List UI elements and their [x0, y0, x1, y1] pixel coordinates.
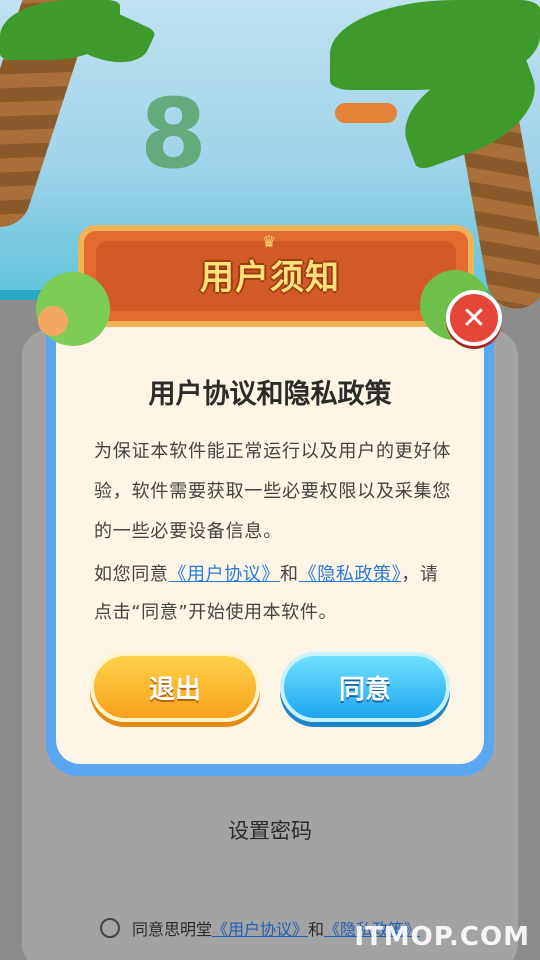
flower-icon	[38, 306, 68, 336]
paragraph-2-prefix: 如您同意	[94, 564, 169, 585]
user-agreement-link[interactable]: 《用户协议》	[168, 564, 280, 585]
crown-icon: ♛	[261, 232, 277, 251]
exit-button[interactable]: 退出	[90, 652, 260, 722]
close-icon: ✕	[461, 300, 487, 336]
agree-button[interactable]: 同意	[280, 652, 450, 722]
dialog-paragraph-1: 为保证本软件能正常运行以及用户的更好体验，软件需要获取一些必要权限以及采集您的一…	[94, 441, 452, 542]
close-button[interactable]: ✕	[446, 290, 502, 346]
dialog-title: 用户协议和隐私政策	[148, 379, 392, 410]
paragraph-2-and: 和	[280, 564, 299, 585]
consent-and: 和	[308, 920, 325, 939]
decor-minus-sign	[335, 103, 397, 123]
set-password-label: 设置密码	[228, 819, 312, 843]
consent-prefix: 同意思明堂	[132, 920, 213, 939]
consent-user-agreement-link[interactable]: 《用户协议》	[212, 916, 308, 940]
consent-radio[interactable]	[100, 918, 120, 938]
dialog-paragraph-2: 如您同意《用户协议》和《隐私政策》，请点击“同意”开始使用本软件。	[94, 556, 454, 632]
privacy-policy-link[interactable]: 《隐私政策》	[299, 564, 402, 585]
watermark: ITMOP.COM	[354, 922, 530, 952]
decor-number-8: 8	[140, 78, 207, 190]
